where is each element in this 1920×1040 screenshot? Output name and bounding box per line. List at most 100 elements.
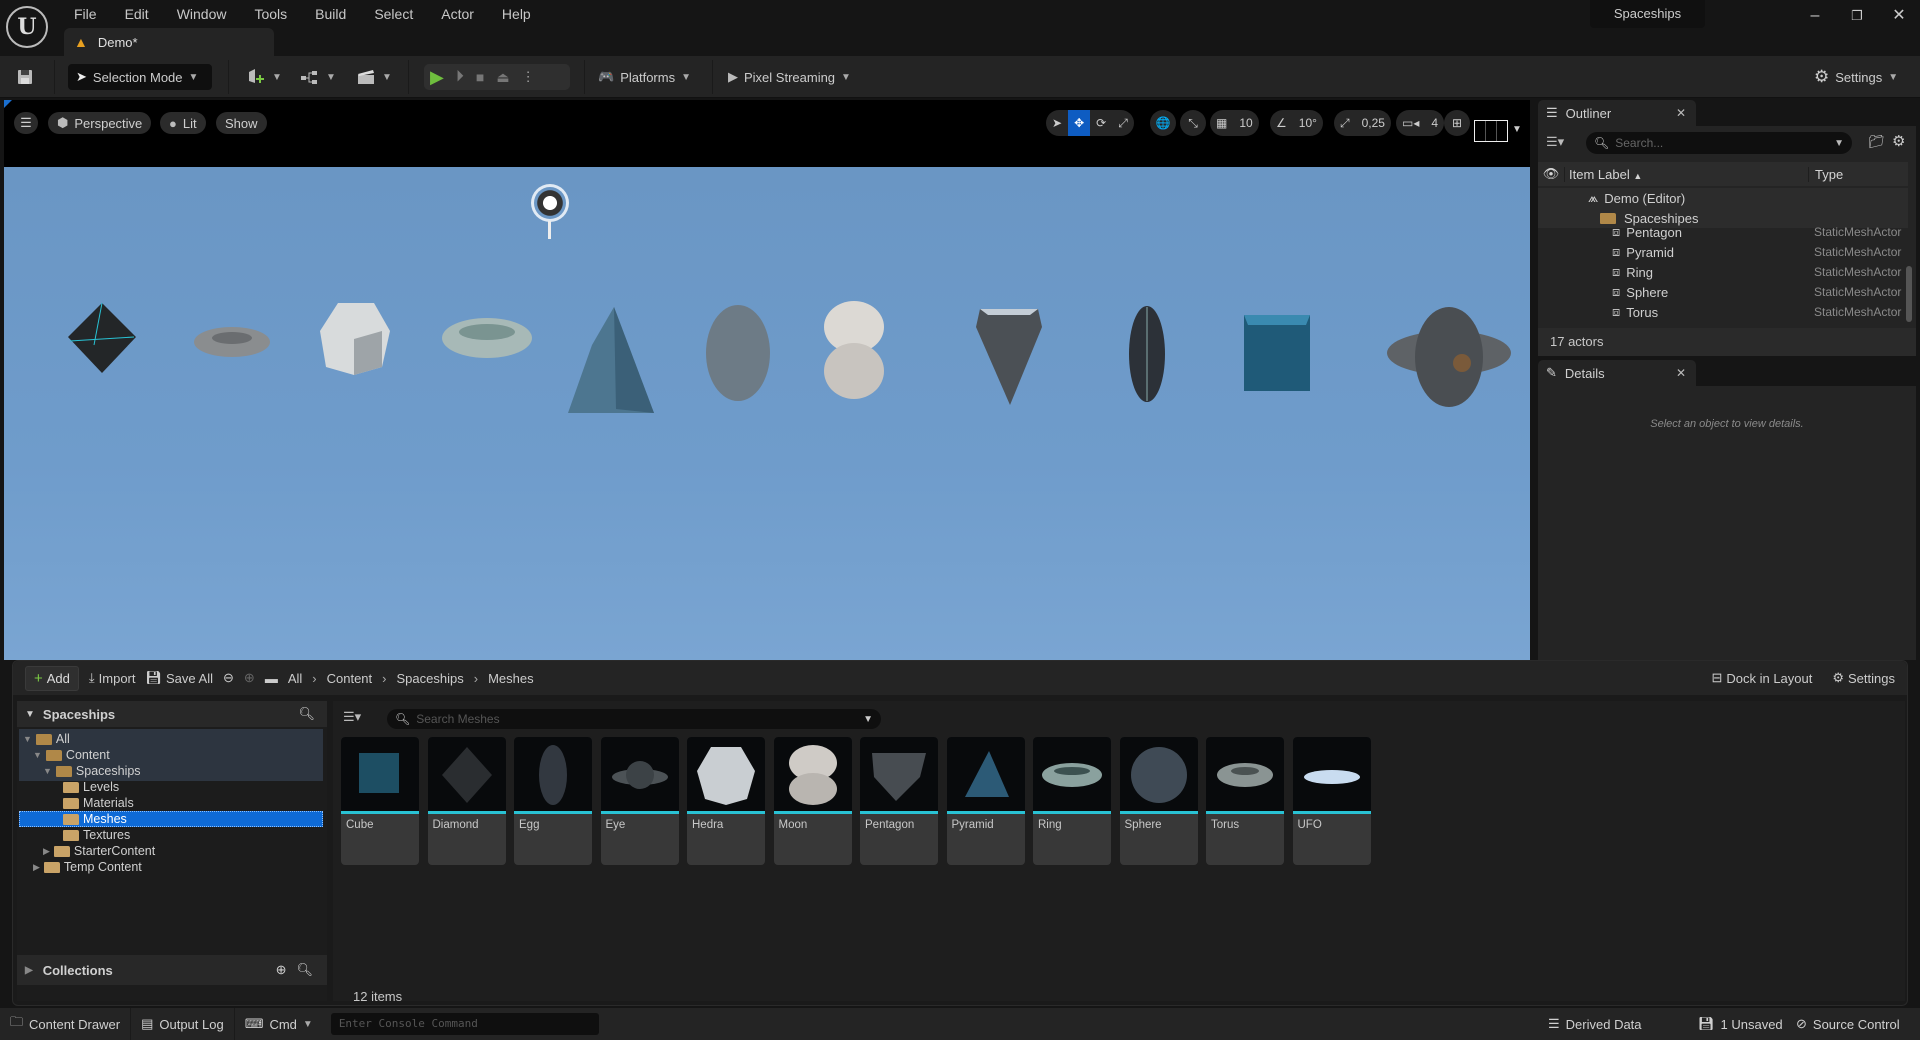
restore-button[interactable]: ❐ <box>1842 4 1872 28</box>
viewport-layout-icon[interactable] <box>1474 120 1508 142</box>
rotation-snap-control[interactable]: ∠ 10° <box>1270 110 1323 136</box>
eye-ship[interactable] <box>1384 303 1514 411</box>
close-window-button[interactable]: ✕ <box>1884 4 1914 28</box>
column-type[interactable]: Type <box>1808 167 1843 182</box>
tree-item-materials[interactable]: Materials <box>63 795 134 811</box>
grid-snap-control[interactable]: ▦ 10 <box>1210 110 1259 136</box>
asset-tile-pentagon[interactable]: Pentagon <box>860 737 938 865</box>
back-arrow-icon[interactable]: ⊖ <box>223 670 234 686</box>
settings-dropdown[interactable]: ⚙ Settings ▼ <box>1814 64 1898 90</box>
outliner-search-input[interactable]: 🔍︎ Search... ▼ <box>1586 132 1852 154</box>
menu-edit[interactable]: Edit <box>111 2 163 26</box>
tree-item-spaceships[interactable]: ▼Spaceships <box>43 763 141 779</box>
maximize-viewport-button[interactable]: ⊞ <box>1444 110 1470 136</box>
outliner-row[interactable]: ⧈ Pentagon StaticMeshActor <box>1538 222 1908 242</box>
directional-light-icon[interactable] <box>534 187 566 219</box>
asset-tile-moon[interactable]: Moon <box>774 737 852 865</box>
viewport-options-button[interactable]: ☰ <box>14 112 38 134</box>
add-actor-button[interactable]: ▼ <box>246 64 282 90</box>
unsaved-button[interactable]: 💾︎ 1 Unsaved <box>1698 1008 1783 1040</box>
translate-tool-icon[interactable]: ✥ <box>1068 110 1090 136</box>
asset-tile-cube[interactable]: Cube <box>341 737 419 865</box>
cb-settings-button[interactable]: ⚙ Settings <box>1832 670 1895 686</box>
lit-button[interactable]: ● Lit <box>160 112 206 134</box>
tree-item-all[interactable]: ▼All <box>23 731 70 747</box>
breadcrumb-content[interactable]: Content <box>327 671 373 686</box>
platforms-dropdown[interactable]: 🎮 Platforms ▼ <box>598 64 691 90</box>
add-collection-icon[interactable]: ⊕ <box>276 962 287 978</box>
gear-icon[interactable]: ⚙ <box>1892 132 1905 150</box>
pyramid-ship[interactable] <box>566 305 656 419</box>
asset-tile-egg[interactable]: Egg <box>514 737 592 865</box>
minimize-button[interactable]: – <box>1800 4 1830 28</box>
sphere-ship[interactable] <box>704 303 772 403</box>
asset-tile-pyramid[interactable]: Pyramid <box>947 737 1025 865</box>
asset-tile-ring[interactable]: Ring <box>1033 737 1111 865</box>
menu-actor[interactable]: Actor <box>427 2 488 26</box>
perspective-button[interactable]: ⬢ Perspective <box>48 112 151 134</box>
tab-details[interactable]: ✎ Details ✕ <box>1538 360 1696 386</box>
advance-frame-button[interactable]: ⏵ <box>456 68 464 86</box>
scale-tool-icon[interactable]: ⤢ <box>1112 110 1134 136</box>
save-icon[interactable] <box>16 64 34 90</box>
eject-button[interactable]: ⏏ <box>496 69 509 86</box>
outliner-scrollbar[interactable] <box>1906 266 1912 322</box>
cinematics-button[interactable]: ▼ <box>356 64 392 90</box>
surface-snapping-toggle[interactable]: ⤡ <box>1180 110 1206 136</box>
moon-ship[interactable] <box>822 301 886 401</box>
breadcrumb-meshes[interactable]: Meshes <box>488 671 534 686</box>
save-all-button[interactable]: 💾︎ Save All <box>146 670 214 686</box>
breadcrumb-spaceships[interactable]: Spaceships <box>397 671 464 686</box>
hedra-ship[interactable] <box>318 301 392 377</box>
outliner-row-level[interactable]: ⩕ Demo (Editor) <box>1538 188 1908 208</box>
asset-tile-eye[interactable]: Eye <box>601 737 679 865</box>
menu-help[interactable]: Help <box>488 2 545 26</box>
unreal-logo-icon[interactable]: U <box>6 6 48 48</box>
breadcrumb-all[interactable]: All <box>288 671 302 686</box>
close-icon[interactable]: ✕ <box>1676 366 1686 380</box>
pentagon-ship[interactable] <box>974 301 1044 407</box>
asset-tile-diamond[interactable]: Diamond <box>428 737 506 865</box>
tree-item-meshes[interactable]: Meshes <box>63 811 127 827</box>
diamond-ship[interactable] <box>66 301 138 375</box>
egg-ship[interactable] <box>1128 305 1166 403</box>
cube-ship[interactable] <box>1240 311 1314 395</box>
add-folder-icon[interactable]: 📁︎ <box>1868 134 1885 150</box>
scale-snap-control[interactable]: ⤢ 0,25 <box>1334 110 1391 136</box>
menu-file[interactable]: File <box>60 2 111 26</box>
more-options-icon[interactable]: ⋮ <box>522 69 535 85</box>
tree-item-startercontent[interactable]: ▶StarterContent <box>43 843 155 859</box>
selection-mode-dropdown[interactable]: ➤ Selection Mode ▼ <box>68 64 212 90</box>
viewport-scene[interactable] <box>4 167 1530 660</box>
outliner-row[interactable]: ⧈ Ring StaticMeshActor <box>1538 262 1908 282</box>
import-button[interactable]: ⤓ Import <box>89 670 136 686</box>
source-control-button[interactable]: ⊘ Source Control <box>1796 1008 1900 1040</box>
visibility-eye-icon[interactable]: 👁︎ <box>1538 166 1564 182</box>
level-viewport[interactable]: ☰ ⬢ Perspective ● Lit Show ➤ ✥ ⟳ ⤢ 🌐 ⤡ ▦… <box>4 100 1530 660</box>
play-button[interactable]: ▶ <box>430 67 444 88</box>
output-log-button[interactable]: ▤ Output Log <box>131 1008 235 1040</box>
close-icon[interactable]: ✕ <box>1676 106 1686 120</box>
add-button[interactable]: + Add <box>25 666 79 691</box>
pixel-streaming-dropdown[interactable]: ▶ Pixel Streaming ▼ <box>728 64 851 90</box>
menu-build[interactable]: Build <box>301 2 360 26</box>
asset-tile-sphere[interactable]: Sphere <box>1120 737 1198 865</box>
show-button[interactable]: Show <box>216 112 267 134</box>
tree-item-levels[interactable]: Levels <box>63 779 119 795</box>
asset-tile-hedra[interactable]: Hedra <box>687 737 765 865</box>
ring-ship[interactable] <box>440 315 534 361</box>
menu-tools[interactable]: Tools <box>240 2 301 26</box>
content-drawer-button[interactable]: 🗀 Content Drawer <box>0 1008 131 1040</box>
tree-item-textures[interactable]: Textures <box>63 827 130 843</box>
select-tool-icon[interactable]: ➤ <box>1046 110 1068 136</box>
menu-window[interactable]: Window <box>163 2 241 26</box>
search-icon[interactable]: 🔍︎ <box>298 706 315 722</box>
rotate-tool-icon[interactable]: ⟳ <box>1090 110 1112 136</box>
chevron-down-icon[interactable]: ▼ <box>1512 124 1522 135</box>
document-tab[interactable]: ▲ Demo* <box>64 28 274 56</box>
tree-item-content[interactable]: ▼Content <box>33 747 110 763</box>
folder-icon[interactable]: ▬ <box>265 671 278 686</box>
torus-ship[interactable] <box>192 325 272 359</box>
cmd-dropdown[interactable]: ⌨ Cmd ▼ <box>235 1008 323 1040</box>
stop-button[interactable]: ■ <box>476 69 484 85</box>
